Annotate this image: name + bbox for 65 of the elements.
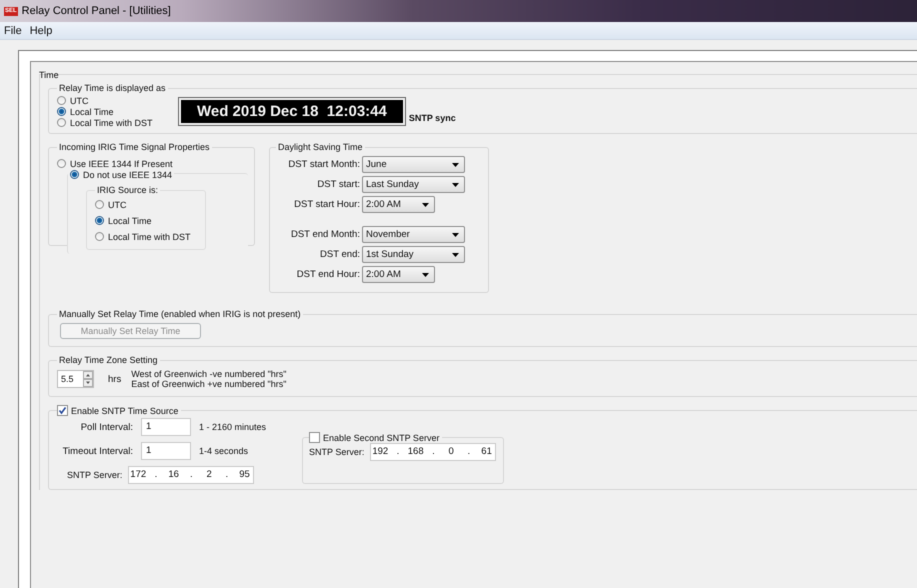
dropdown[interactable]: 1st Sunday: [362, 246, 465, 263]
radio-label[interactable]: Local Time with DST: [70, 118, 153, 128]
menu-item[interactable]: Help: [26, 24, 56, 36]
radio-button[interactable]: [57, 96, 66, 105]
dropdown[interactable]: November: [362, 226, 465, 243]
ip-address-field[interactable]: 172 . 16 . 2 . 95: [128, 466, 254, 484]
radio-label[interactable]: UTC: [70, 96, 88, 106]
radio-button[interactable]: [57, 159, 66, 168]
sync-label: SNTP sync: [408, 112, 456, 122]
field-label: Timeout Interval:: [62, 446, 133, 456]
radio-label[interactable]: Local Time: [108, 216, 152, 226]
group-title: Time: [38, 70, 60, 80]
field-label: DST end Hour:: [296, 269, 360, 280]
radio-label[interactable]: Local Time: [70, 106, 114, 116]
radio-label[interactable]: UTC: [108, 200, 126, 210]
note-text: West of Greenwich -ve numbered "hrs": [131, 369, 286, 379]
dropdown[interactable]: 2:00 AM: [362, 196, 435, 213]
dropdown[interactable]: June: [362, 156, 465, 173]
checkbox-label: Enable Second SNTP Server: [323, 432, 440, 442]
checkbox-label: Enable SNTP Time Source: [71, 406, 178, 416]
unit-label: hrs: [108, 374, 122, 384]
input-field[interactable]: 1: [141, 418, 191, 436]
clock-display: Wed 2019 Dec 18 12:03:44: [179, 98, 405, 125]
caret-icon: [452, 162, 459, 166]
input-field[interactable]: 1: [141, 442, 191, 460]
menu-item[interactable]: File: [0, 24, 26, 36]
ip-address-field[interactable]: 192 . 168 . 0 . 61: [370, 443, 496, 461]
caret-icon: [422, 272, 429, 276]
caret-icon: [422, 202, 429, 206]
group-title: Manually Set Relay Time (enabled when IRIG is not present): [58, 309, 302, 319]
group-title: IRIG Source is:: [96, 185, 160, 195]
checkbox[interactable]: [309, 432, 320, 443]
spin-field[interactable]: 5.5: [57, 370, 94, 388]
group-title: Relay Time Zone Setting: [58, 355, 159, 365]
range-hint: 1 - 2160 minutes: [199, 422, 266, 432]
window-title: Relay Control Panel - [Utilities]: [22, 5, 171, 17]
field-label: DST end Month:: [290, 229, 360, 240]
dropdown[interactable]: 2:00 AM: [362, 266, 435, 283]
field-label: DST end:: [319, 249, 360, 260]
field-label: DST start Month:: [287, 159, 360, 170]
radio-button[interactable]: [57, 107, 66, 116]
radio-button[interactable]: [95, 232, 104, 241]
group-title: Daylight Saving Time: [277, 142, 364, 152]
group-title: Relay Time is displayed as: [58, 83, 167, 93]
range-hint: 1-4 seconds: [199, 446, 250, 456]
note-text: East of Greenwich +ve numbered "hrs": [131, 379, 286, 389]
radio-label[interactable]: Local Time with DST: [108, 232, 191, 242]
field-label: DST start Hour:: [293, 199, 360, 210]
radio-button[interactable]: [95, 216, 104, 225]
field-label: Poll Interval:: [80, 422, 133, 432]
radio-button[interactable]: [57, 118, 66, 127]
caret-icon: [452, 252, 459, 256]
caret-icon: [452, 232, 459, 236]
radio-button[interactable]: [70, 170, 79, 179]
field-label: SNTP Server:: [309, 447, 364, 457]
spinner-arrows-icon[interactable]: [83, 371, 93, 387]
radio-button[interactable]: [95, 200, 104, 209]
caret-icon: [452, 182, 459, 186]
group-title: Incoming IRIG Time Signal Properties: [58, 142, 211, 152]
field-label: DST start:: [316, 179, 360, 190]
field-label: SNTP Server:: [67, 470, 122, 480]
checkbox[interactable]: [57, 405, 68, 416]
radio-label[interactable]: Do not use IEEE 1344: [83, 170, 172, 180]
dropdown[interactable]: Last Sunday: [362, 176, 465, 193]
radio-label[interactable]: Use IEEE 1344 If Present: [70, 158, 173, 168]
